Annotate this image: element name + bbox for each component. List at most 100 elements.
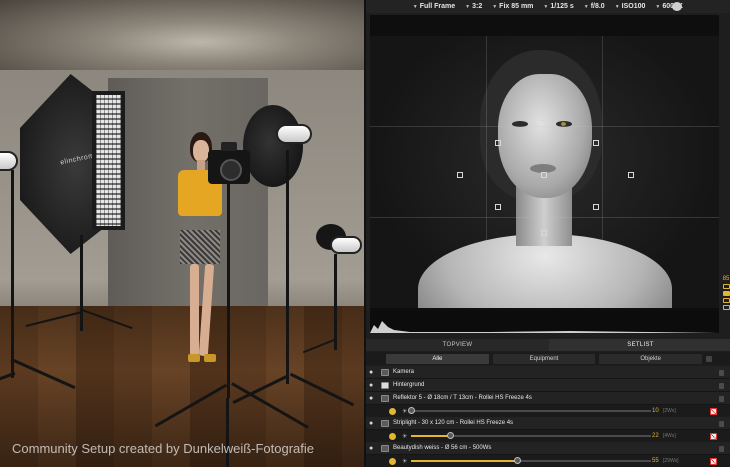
octabox-stand xyxy=(11,170,14,378)
sensor-format-value: Full Frame xyxy=(419,3,456,10)
beautydish-reflector[interactable] xyxy=(243,105,303,187)
tab-setlist[interactable]: SETLIST xyxy=(549,339,730,351)
af-point xyxy=(541,115,547,121)
octabox-flash-head xyxy=(0,151,18,171)
community-credit: Community Setup created by Dunkelweiß-Fo… xyxy=(12,441,315,456)
panel-tabs: TOPVIEW SETLIST xyxy=(366,339,730,351)
lock-icon[interactable] xyxy=(719,370,724,376)
visibility-eye-icon[interactable]: ● xyxy=(369,382,378,389)
setlist-item-beautydish[interactable]: ● Beautydish weiss - Ø 56 cm - 500Ws xyxy=(366,442,730,455)
power-control-reflector: ☀ 10 [2Ws] xyxy=(366,405,730,417)
tab-topview[interactable]: TOPVIEW xyxy=(366,339,549,351)
reflector-stand xyxy=(334,254,337,350)
grid-toggle-icon[interactable] xyxy=(722,284,730,289)
filter-all[interactable]: Alle xyxy=(386,353,489,364)
iso-dropdown[interactable]: ▼ ISO100 xyxy=(610,3,651,10)
visibility-eye-icon[interactable]: ● xyxy=(369,369,378,376)
flash-on-icon[interactable] xyxy=(389,457,396,465)
power-slider-fill xyxy=(411,460,517,462)
reflector-flash-head xyxy=(330,236,362,254)
af-point xyxy=(628,172,634,178)
lock-icon[interactable] xyxy=(719,421,724,427)
striplight-softbox[interactable] xyxy=(92,91,125,230)
camera-body[interactable] xyxy=(208,142,250,184)
gel-filter-icon[interactable] xyxy=(710,408,717,415)
beautydish-icon xyxy=(381,444,389,452)
thirds-grid-line xyxy=(370,217,719,218)
focal-length-dropdown[interactable]: ▼ Fix 85 mm xyxy=(487,3,538,10)
power-slider[interactable] xyxy=(411,457,652,464)
gel-filter-icon[interactable] xyxy=(710,458,717,465)
histogram-toggle-icon[interactable] xyxy=(722,291,730,296)
power-slider[interactable] xyxy=(411,432,652,439)
caret-down-icon: ▼ xyxy=(492,3,498,10)
power-value: 10 xyxy=(652,408,659,414)
power-slider-handle[interactable] xyxy=(513,457,521,464)
visibility-eye-icon[interactable]: ● xyxy=(369,420,378,427)
power-slider-fill xyxy=(411,435,450,437)
filter-objects[interactable]: Objekte xyxy=(599,353,703,364)
setlist-item-camera[interactable]: ● Kamera xyxy=(366,366,730,379)
preview-side-controls: 85 xyxy=(721,276,730,336)
portrait-face xyxy=(498,74,592,198)
lock-icon[interactable] xyxy=(719,383,724,389)
gel-filter-icon[interactable] xyxy=(710,433,717,440)
beautydish-flash-head xyxy=(276,124,312,144)
flash-on-icon[interactable] xyxy=(389,407,396,415)
af-point xyxy=(541,172,547,178)
frame-toggle-icon[interactable] xyxy=(722,298,730,303)
model-face xyxy=(193,140,209,162)
camera-tripod-column xyxy=(227,184,230,398)
filter-equipment[interactable]: Equipment xyxy=(492,353,596,364)
aspect-ratio-dropdown[interactable]: ▼ 3:2 xyxy=(460,3,487,10)
af-point xyxy=(495,204,501,210)
aspect-ratio-value: 3:2 xyxy=(472,3,483,10)
striplight-stand xyxy=(80,235,83,331)
visibility-eye-icon[interactable]: ● xyxy=(369,445,378,452)
power-ws: [4Ws] xyxy=(663,433,676,439)
modeling-light-icon[interactable]: ☀ xyxy=(402,408,407,415)
model-shoe-left xyxy=(188,354,200,362)
power-control-striplight: ☀ 22 [4Ws] xyxy=(366,430,730,442)
af-point xyxy=(541,230,547,236)
caret-down-icon: ▼ xyxy=(583,3,589,10)
modeling-light-icon[interactable]: ☀ xyxy=(402,458,407,465)
power-value: 55 xyxy=(652,458,659,464)
thirds-grid-line xyxy=(370,126,719,127)
focal-indicator: 85 xyxy=(722,276,730,282)
thirds-grid-line xyxy=(602,36,603,308)
af-toggle-icon[interactable] xyxy=(722,305,730,310)
lock-icon[interactable] xyxy=(719,446,724,452)
shutter-speed-dropdown[interactable]: ▼ 1/125 s xyxy=(538,3,578,10)
preview-frame xyxy=(370,36,719,308)
aperture-dropdown[interactable]: ▼ f/8.0 xyxy=(579,3,610,10)
lock-all-icon[interactable] xyxy=(706,355,713,362)
snapshot-icon[interactable] xyxy=(672,2,682,11)
setlist-item-reflector[interactable]: ● Reflektor 5 - Ø 18cm / T 13cm - Rollei… xyxy=(366,392,730,405)
setlist-item-striplight[interactable]: ● Striplight - 30 x 120 cm - Rollei HS F… xyxy=(366,417,730,430)
setlist-item-background[interactable]: ● Hintergrund xyxy=(366,379,730,392)
power-slider[interactable] xyxy=(408,407,652,414)
modeling-light-icon[interactable]: ☀ xyxy=(402,433,407,440)
power-slider-handle[interactable] xyxy=(408,407,416,414)
caret-down-icon: ▼ xyxy=(655,3,661,10)
histogram xyxy=(370,311,719,333)
thirds-grid-line xyxy=(486,36,487,308)
studio-ceiling xyxy=(0,0,364,70)
lock-icon[interactable] xyxy=(719,396,724,402)
flash-on-icon[interactable] xyxy=(389,432,396,440)
sensor-format-dropdown[interactable]: ▼ Full Frame xyxy=(408,3,460,10)
af-point xyxy=(457,172,463,178)
power-control-beautydish: ☀ 55 [29Ws] xyxy=(366,455,730,467)
camera-tripod-leg xyxy=(226,398,229,467)
setlist-item-label: Reflektor 5 - Ø 18cm / T 13cm - Rollei H… xyxy=(393,395,532,401)
caret-down-icon: ▼ xyxy=(543,3,549,10)
setlist-item-label: Hintergrund xyxy=(393,382,425,388)
camera-preview[interactable] xyxy=(370,15,719,333)
studio-viewport[interactable]: elinchrom Community Setup created by Dun… xyxy=(0,0,364,467)
power-slider-handle[interactable] xyxy=(446,432,454,439)
shutter-speed-value: 1/125 s xyxy=(550,3,574,10)
setlist-item-label: Kamera xyxy=(393,369,415,375)
visibility-eye-icon[interactable]: ● xyxy=(369,395,378,402)
white-balance-dropdown[interactable]: ▼6000K xyxy=(650,3,688,10)
